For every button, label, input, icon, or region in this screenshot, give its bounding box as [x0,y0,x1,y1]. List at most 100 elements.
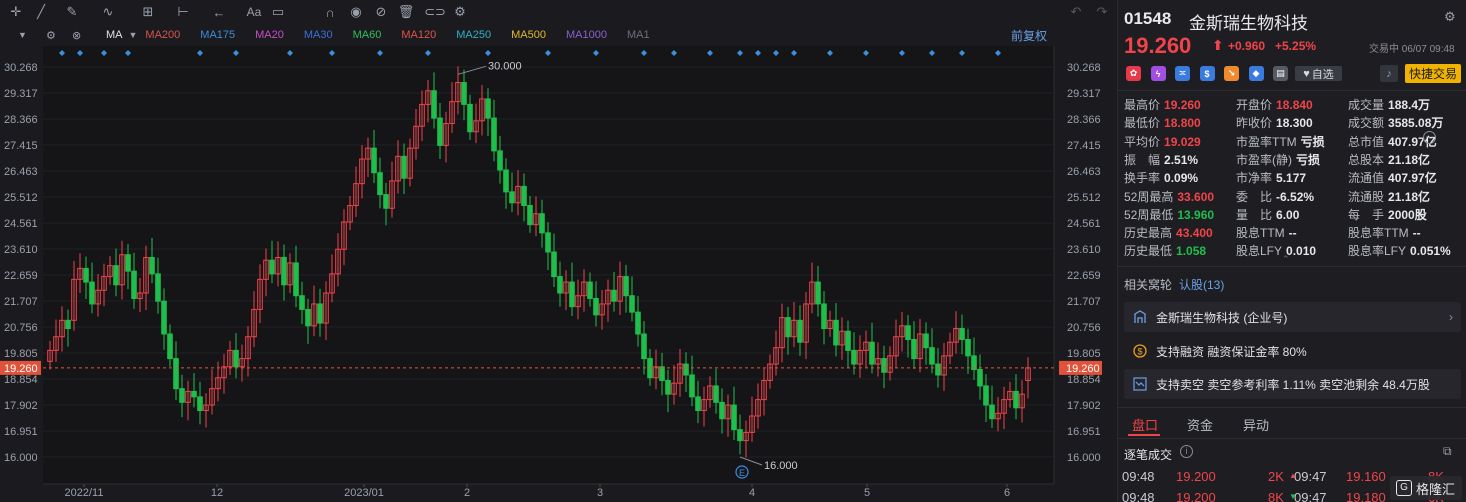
dollar-icon[interactable]: $ [1199,66,1215,81]
quote-field: 股息率LFY 0.051% [1348,242,1451,259]
stock-name: 金斯瑞生物科技 [1189,14,1308,33]
candle-body [179,388,185,403]
trade-t2: 09:47 [1294,490,1327,502]
quote-field: 委 比 -6.52% [1236,188,1314,205]
candle-body [191,390,197,398]
quote-field: 流通值 407.97亿 [1348,169,1437,186]
collapse-caret-icon[interactable]: ⌃ [1282,254,1290,265]
y-tick-right: 21.707 [1067,296,1101,308]
y-tick-right: 19.805 [1067,348,1101,360]
candle-body [149,256,155,275]
hk-flag-icon[interactable]: ✿ [1126,66,1141,81]
tab-capital[interactable]: 资金 [1187,415,1213,434]
y-tick-right: 29.317 [1067,88,1101,100]
candle-body [965,338,971,357]
margin-label: 支持融资 融资保证金率 80% [1156,344,1307,359]
candle-body [689,374,695,398]
field-value: 43.400 [1176,226,1213,241]
app-window: ✛ ╱ ✎ ∿ ⊞ ⊢ ← Aa ▭ ∩ ◉ ⊘ 🗑 ⊂⊃ ⚙ ↶ ↷ ▼ ⚙ ⊗ MA ▼ MA200 MA17… [0,0,1466,502]
candle-body [659,366,665,381]
field-label: 历史最低 [1124,244,1173,259]
company-account-row[interactable]: 金斯瑞生物科技 (企业号) › [1124,302,1461,332]
field-label: 最低价 [1124,116,1161,131]
candle-body [539,213,545,234]
field-value: -- [1412,226,1421,241]
y-tick-left: 30.268 [4,62,38,74]
y-tick-left: 19.805 [4,348,38,360]
coin-icon: $ [1132,343,1148,359]
candle-body [737,429,743,442]
field-label: 委 比 [1236,189,1273,204]
popout-icon[interactable]: ⧉ [1443,444,1452,459]
candle-body [959,328,965,340]
trade-p1: 19.200 [1176,490,1216,502]
building-icon [1132,309,1148,325]
candle-body [113,265,119,286]
candle-body [521,185,527,207]
tag-icon[interactable]: ◆ [1248,66,1264,81]
quote-field: 市盈率TTM 亏损 [1236,133,1325,150]
price-change: +0.960 [1228,39,1266,53]
doc-icon[interactable]: ▤ [1273,66,1288,81]
candle-body [371,147,377,174]
quick-trade-button[interactable]: 快捷交易 [1405,64,1461,83]
panel-settings-icon[interactable]: ⚙ [1444,9,1456,25]
svg-text:$: $ [1137,347,1142,357]
field-value: -- [1288,226,1297,241]
candle-body [821,303,827,330]
field-label: 换手率 [1124,171,1161,186]
y-tick-right: 28.366 [1067,114,1101,126]
candle-body [719,401,725,420]
more-icon[interactable]: ⋯ [1423,131,1436,144]
candle-body [869,341,875,365]
brand-name: 格隆汇 [1416,481,1456,497]
x-tick-label: 2 [464,487,470,499]
candle-body [683,363,689,376]
field-value: 18.300 [1276,116,1313,131]
candle-body [587,281,593,299]
field-value: -6.52% [1276,189,1315,204]
info-icon[interactable]: i [1180,445,1193,458]
quote-field: 历史最低 1.058 [1124,242,1206,259]
y-tick-left: 16.000 [4,452,38,464]
up-tick-icon: ▲ [1289,471,1297,480]
brand-watermark: G 格隆汇 [1390,476,1462,500]
watchlist-button[interactable]: ♥ 自选 [1295,66,1342,81]
candle-body [1013,390,1019,409]
field-label: 开盘价 [1236,98,1273,112]
warrant-link[interactable]: 认股(13) [1179,276,1224,293]
price-chart[interactable]: 30.268 30.268 29.317 29.317 28.366 28.366 27.4… [0,0,1116,502]
candle-body [923,333,929,349]
stock-connect-icon[interactable]: ϟ [1150,66,1166,81]
candle-body [317,303,323,324]
candle-body [83,267,89,283]
current-price-label-left: 19.260 [4,363,38,375]
candle-body [161,300,167,335]
field-value: 0.010 [1286,244,1317,259]
candle-body [569,281,575,308]
tab-orderbook[interactable]: 盘口 [1132,415,1158,434]
chevron-right-icon: › [1449,310,1453,324]
margin-row: $ 支持融资 融资保证金率 80% [1124,336,1461,366]
candle-body [233,349,239,368]
quote-field: 市盈率(静) 亏损 [1236,151,1320,168]
quote-field: 换手率 0.09% [1124,169,1198,186]
candle-body [377,172,383,196]
tab-anomaly[interactable]: 异动 [1243,415,1269,434]
chart-down-icon [1132,376,1148,392]
margin-icon[interactable]: ≍ [1175,66,1190,81]
candle-body [989,404,995,420]
candle-body [173,358,179,390]
watchlist-label: 自选 [1311,68,1334,81]
short-sell-icon[interactable]: ↘ [1224,66,1239,81]
company-account-label: 金斯瑞生物科技 (企业号) [1156,310,1288,325]
field-label: 量 比 [1236,207,1273,222]
quote-field: 成交额 3585.08万 [1348,114,1443,131]
quote-field: 市净率 5.177 [1236,169,1306,186]
x-tick-label: 12 [211,487,223,499]
alert-bell-icon[interactable]: ♪ [1380,65,1398,82]
x-tick-label: 3 [597,487,603,499]
short-sell-row: 支持卖空 卖空参考利率 1.11% 卖空池剩余 48.4万股 [1124,369,1461,399]
x-tick-label: 2022/11 [65,487,104,499]
candle-body [665,379,671,395]
